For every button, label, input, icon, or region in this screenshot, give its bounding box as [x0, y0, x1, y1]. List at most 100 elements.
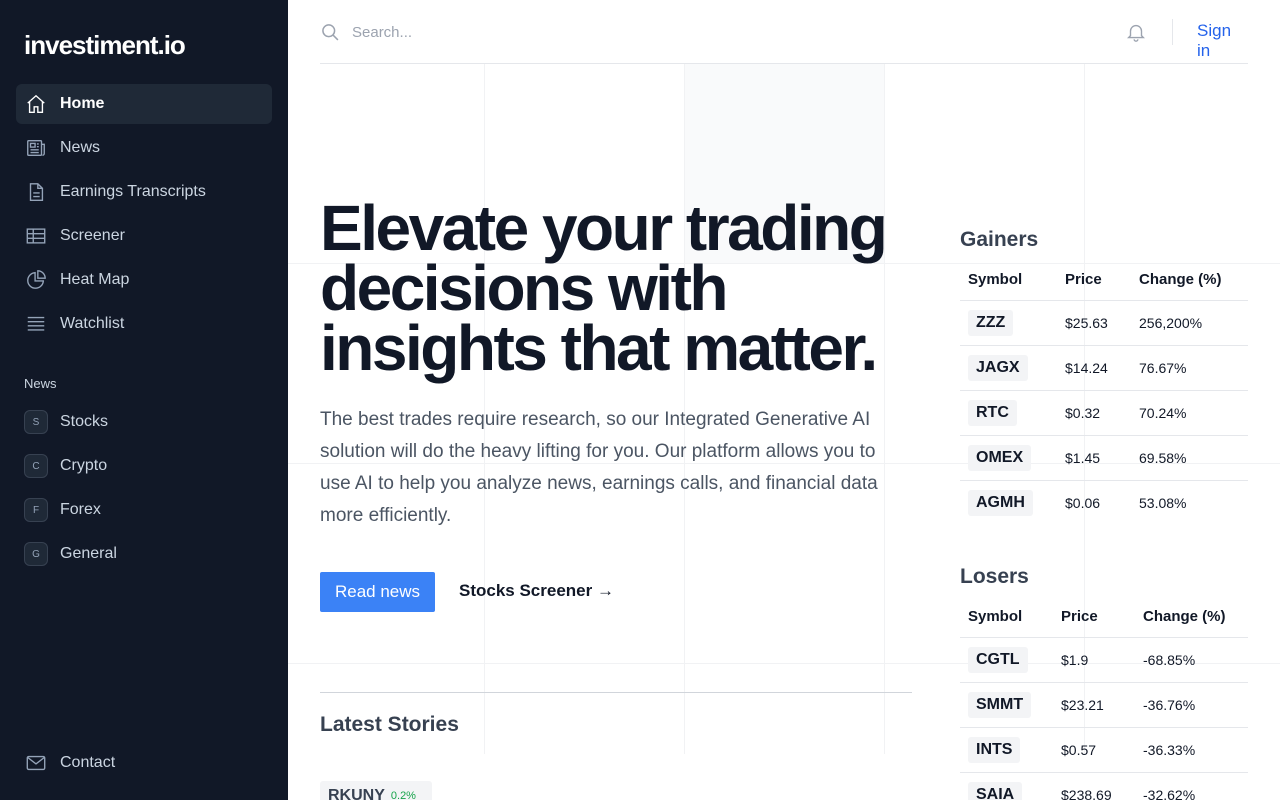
ticker-change: 53.08% [1139, 494, 1187, 511]
search-icon [320, 22, 340, 42]
bell-icon[interactable] [1125, 20, 1147, 44]
news-category-crypto[interactable]: C Crypto [16, 446, 272, 486]
news-categories: S Stocks C Crypto F Forex G General [16, 402, 272, 578]
nav-item-home[interactable]: Home [16, 84, 272, 124]
news-category-stocks[interactable]: S Stocks [16, 402, 272, 442]
story-ticker-change: 0.2% [390, 790, 416, 800]
column-header-price: Price [1057, 259, 1131, 301]
story-ticker-symbol: RKUNY [328, 787, 385, 800]
column-header-change: Change (%) [1135, 596, 1248, 638]
ticker-symbol[interactable]: ZZZ [968, 309, 1014, 336]
newspaper-icon [25, 137, 47, 159]
ticker-price: $14.24 [1057, 345, 1131, 391]
nav-item-watchlist[interactable]: Watchlist [16, 304, 272, 344]
column-header-symbol: Symbol [960, 259, 1057, 301]
main-nav: Home News Earnings Transcripts Screener … [16, 84, 272, 348]
ticker-symbol[interactable]: AGMH [968, 489, 1033, 516]
mail-icon [26, 755, 46, 771]
contact-link[interactable]: Contact [25, 752, 115, 774]
table-row[interactable]: JAGX $14.24 76.67% [960, 345, 1248, 391]
category-label: Crypto [60, 457, 108, 474]
nav-item-earnings-transcripts[interactable]: Earnings Transcripts [16, 172, 272, 212]
table-row[interactable]: INTS $0.57 -36.33% [960, 727, 1248, 773]
ticker-symbol[interactable]: CGTL [968, 646, 1028, 673]
ticker-price: $238.69 [1053, 772, 1135, 800]
category-label: General [60, 545, 117, 562]
losers-title: Losers [960, 565, 1029, 588]
brand-logo[interactable]: investiment.io [24, 30, 186, 61]
news-category-forex[interactable]: F Forex [16, 490, 272, 530]
ticker-price: $0.06 [1065, 494, 1101, 511]
news-category-general[interactable]: G General [16, 534, 272, 574]
search-input[interactable] [352, 20, 952, 44]
table-header-row: Symbol Price Change (%) [960, 259, 1248, 301]
table-row[interactable]: SAIA $238.69 -32.62% [960, 772, 1248, 800]
table-icon [25, 225, 47, 247]
column-header-symbol: Symbol [960, 596, 1053, 638]
ticker-change: 76.67% [1131, 345, 1248, 391]
nav-item-news[interactable]: News [16, 128, 272, 168]
category-letter-badge: C [24, 454, 48, 478]
section-divider [320, 692, 912, 693]
pie-chart-icon [25, 269, 47, 291]
ticker-price: $23.21 [1053, 682, 1135, 728]
nav-item-label: Heat Map [60, 271, 130, 288]
topbar-divider [1172, 19, 1173, 45]
ticker-symbol[interactable]: SAIA [968, 781, 1023, 800]
table-row[interactable]: ZZZ $25.63 256,200% [960, 300, 1248, 346]
table-row[interactable]: RTC $0.32 70.24% [960, 390, 1248, 436]
table-header-row: Symbol Price Change (%) [960, 596, 1248, 638]
column-header-change: Change (%) [1131, 259, 1248, 301]
ticker-change: -68.85% [1135, 637, 1248, 683]
table-row[interactable]: CGTL $1.9 -68.85% [960, 637, 1248, 683]
read-news-button[interactable]: Read news [320, 572, 435, 612]
ticker-change: 69.58% [1131, 435, 1248, 481]
gainers-title: Gainers [960, 228, 1039, 251]
ticker-symbol[interactable]: SMMT [968, 691, 1032, 718]
latest-stories-title: Latest Stories [320, 713, 459, 736]
story-ticker-chip[interactable]: RKUNY 0.2% [320, 781, 432, 800]
ticker-symbol[interactable]: RTC [968, 399, 1017, 426]
nav-item-label: Home [60, 95, 105, 112]
ticker-symbol[interactable]: INTS [968, 736, 1021, 763]
category-letter-badge: S [24, 410, 48, 434]
gainers-table: Symbol Price Change (%) ZZZ $25.63 256,2… [960, 259, 1248, 525]
hero-description: The best trades require research, so our… [320, 409, 878, 526]
nav-item-heat-map[interactable]: Heat Map [16, 260, 272, 300]
ticker-change: -36.33% [1135, 727, 1248, 773]
ticker-change: 70.24% [1131, 390, 1248, 436]
ticker-change: -32.62% [1135, 772, 1248, 800]
ticker-change: 256,200% [1131, 300, 1248, 346]
list-icon [25, 313, 47, 335]
column-header-price: Price [1053, 596, 1135, 638]
nav-item-label: Watchlist [60, 315, 125, 332]
home-icon [25, 93, 47, 115]
category-letter-badge: G [24, 542, 48, 566]
ticker-price: $1.9 [1053, 637, 1135, 683]
ticker-symbol[interactable]: OMEX [968, 444, 1032, 471]
stocks-screener-link[interactable]: Stocks Screener → [459, 581, 614, 601]
nav-item-label: Earnings Transcripts [60, 183, 206, 200]
nav-item-label: Screener [60, 227, 125, 244]
sign-in-link[interactable]: Sign in [1197, 21, 1248, 61]
top-bar: Sign in [320, 0, 1248, 64]
news-section-heading: News [24, 376, 57, 391]
table-row[interactable]: AGMH $0.06 53.08% [960, 480, 1248, 525]
table-row[interactable]: SMMT $23.21 -36.76% [960, 682, 1248, 728]
ticker-change: -36.76% [1135, 682, 1248, 728]
nav-item-screener[interactable]: Screener [16, 216, 272, 256]
category-label: Stocks [60, 413, 109, 430]
contact-label: Contact [60, 754, 116, 771]
sidebar: investiment.io Home News Earnings Transc… [0, 0, 288, 800]
hero-title: Elevate your trading decisions with insi… [320, 192, 888, 384]
losers-table: Symbol Price Change (%) CGTL $1.9 -68.85… [960, 596, 1248, 800]
document-icon [25, 181, 47, 203]
ticker-price: $0.32 [1057, 390, 1131, 436]
table-row[interactable]: OMEX $1.45 69.58% [960, 435, 1248, 481]
nav-item-label: News [60, 139, 101, 156]
category-label: Forex [60, 501, 101, 518]
category-letter-badge: F [24, 498, 48, 522]
ticker-price: $0.57 [1053, 727, 1135, 773]
ticker-price: $1.45 [1057, 435, 1131, 481]
ticker-symbol[interactable]: JAGX [968, 354, 1028, 381]
